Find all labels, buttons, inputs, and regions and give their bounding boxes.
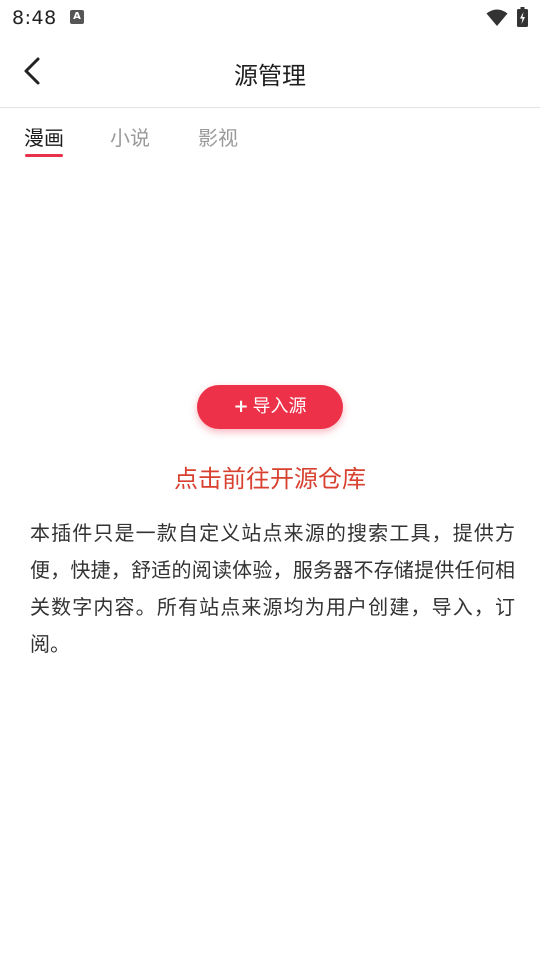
status-time: 8:48 <box>12 7 57 29</box>
status-bar: 8:48 A <box>0 0 540 36</box>
active-tab-indicator <box>25 154 63 157</box>
page-title: 源管理 <box>234 62 306 90</box>
category-tabs: 漫画 小说 影视 <box>0 108 540 160</box>
battery-charging-icon <box>517 7 528 27</box>
open-source-repo-link[interactable]: 点击前往开源仓库 <box>0 459 540 494</box>
wifi-icon <box>486 9 508 26</box>
tab-videos[interactable]: 影视 <box>198 122 238 151</box>
app-notification-icon: A <box>70 10 84 24</box>
import-source-label: 导入源 <box>252 396 307 417</box>
app-header: 源管理 <box>0 36 540 108</box>
tab-novels[interactable]: 小说 <box>110 122 150 151</box>
tab-comics[interactable]: 漫画 <box>24 122 64 151</box>
disclaimer-text: 本插件只是一款自定义站点来源的搜索工具，提供方便，快捷，舒适的阅读体验，服务器不… <box>30 521 515 656</box>
plus-icon: + <box>233 396 249 417</box>
import-source-button[interactable]: + 导入源 <box>197 385 343 429</box>
